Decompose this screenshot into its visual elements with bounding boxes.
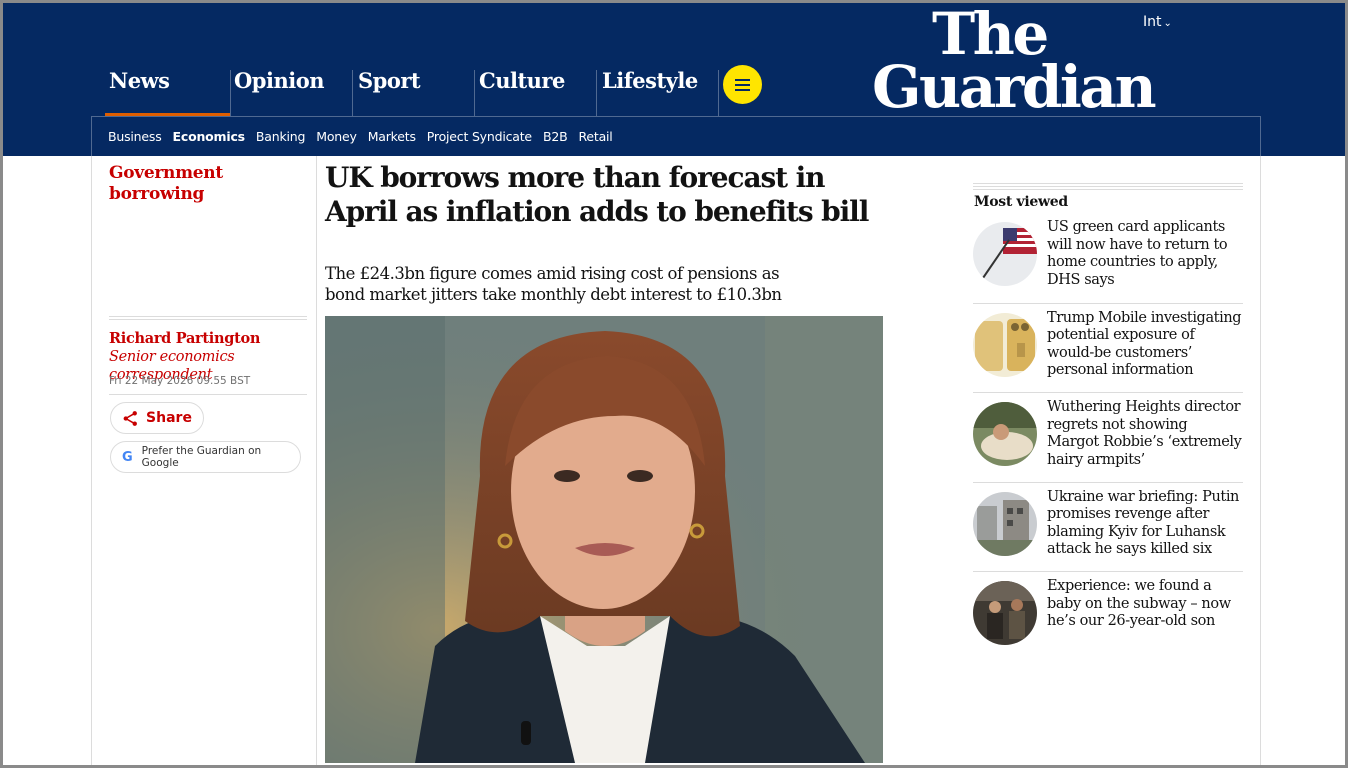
- subnav-b2b[interactable]: B2B: [543, 129, 568, 144]
- most-viewed-headline: Wuthering Heights director regrets not s…: [1047, 399, 1242, 468]
- most-viewed-title: Most viewed: [974, 194, 1068, 210]
- prefer-google-label: Prefer the Guardian on Google: [141, 445, 262, 469]
- most-viewed-headline: Experience: we found a baby on the subwa…: [1047, 578, 1231, 630]
- logo-line-2: Guardian: [872, 53, 1157, 122]
- subnav-divider: [91, 116, 1261, 117]
- nav-pillar-opinion[interactable]: Opinion: [230, 68, 352, 116]
- subway-photo-image: [973, 581, 1037, 645]
- google-icon: G: [122, 449, 133, 465]
- hamburger-icon-bar: [735, 83, 750, 86]
- chevron-down-icon: ⌄: [1163, 18, 1172, 29]
- most-viewed-rule: [973, 183, 1243, 190]
- most-viewed-headline: US green card applicants will now have t…: [1047, 219, 1228, 288]
- hamburger-icon: [735, 78, 750, 81]
- nav-pillar-news[interactable]: News: [105, 68, 230, 117]
- hamburger-icon-bar: [735, 88, 750, 91]
- most-viewed-item[interactable]: Ukraine war briefing: Putin promises rev…: [973, 481, 1243, 572]
- column-divider: [316, 156, 317, 768]
- thumbnail-wuthering-heights: [973, 402, 1037, 466]
- nav-pillar-sport[interactable]: Sport: [352, 68, 474, 116]
- most-viewed-item[interactable]: Wuthering Heights director regrets not s…: [973, 392, 1243, 482]
- film-still-image: [973, 402, 1037, 466]
- article-standfirst: The £24.3bn figure comes amid rising cos…: [325, 264, 782, 304]
- header-border-left: [91, 116, 92, 156]
- damaged-building-image: [973, 491, 1037, 556]
- thumbnail-trump-mobile: [973, 312, 1037, 377]
- most-viewed-headline: Trump Mobile investigating potential exp…: [1047, 309, 1242, 379]
- menu-button[interactable]: [723, 65, 762, 104]
- gold-phone-image: [973, 312, 1037, 377]
- most-viewed-list: US green card applicants will now have t…: [973, 213, 1243, 661]
- flag-document-image: [973, 222, 1037, 286]
- author-name[interactable]: Richard Partington: [109, 330, 260, 347]
- most-viewed-item[interactable]: Experience: we found a baby on the subwa…: [973, 571, 1243, 661]
- thumbnail-experience: [973, 581, 1037, 645]
- share-icon: [123, 410, 137, 426]
- pillar-nav: News Opinion Sport Culture Lifestyle: [105, 68, 718, 117]
- article-main-image[interactable]: [325, 316, 883, 763]
- subnav-banking[interactable]: Banking: [256, 129, 306, 144]
- share-label: Share: [146, 410, 192, 426]
- most-viewed-item[interactable]: Trump Mobile investigating potential exp…: [973, 302, 1243, 393]
- subnav-business[interactable]: Business: [108, 129, 162, 144]
- prefer-google-button[interactable]: G Prefer the Guardian on Google: [110, 441, 301, 473]
- subnav-markets[interactable]: Markets: [368, 129, 416, 144]
- guardian-logo[interactable]: The Guardian: [872, 5, 1157, 122]
- article-headline: UK borrows more than forecast in April a…: [325, 161, 869, 228]
- meta-divider-small: [109, 394, 307, 395]
- nav-pillar-culture[interactable]: Culture: [474, 68, 596, 116]
- meta-divider: [109, 316, 307, 320]
- most-viewed-item[interactable]: US green card applicants will now have t…: [973, 213, 1243, 303]
- portrait-photo: [325, 316, 883, 763]
- thumbnail-ukraine: [973, 491, 1037, 556]
- header-border-right: [1260, 116, 1261, 156]
- most-viewed-headline: Ukraine war briefing: Putin promises rev…: [1047, 488, 1239, 558]
- section-subnav: Business Economics Banking Money Markets…: [108, 129, 613, 144]
- page-gutter-right: [1260, 156, 1261, 768]
- subnav-money[interactable]: Money: [316, 129, 357, 144]
- subnav-economics[interactable]: Economics: [173, 129, 246, 144]
- subnav-retail[interactable]: Retail: [578, 129, 612, 144]
- publish-date[interactable]: Fri 22 May 2026 09.55 BST: [109, 375, 250, 387]
- thumbnail-green-card: [973, 222, 1037, 286]
- nav-divider: [718, 70, 719, 116]
- share-button[interactable]: Share: [110, 402, 204, 434]
- nav-pillar-lifestyle[interactable]: Lifestyle: [596, 68, 718, 116]
- page-gutter-left: [91, 156, 92, 768]
- article-kicker[interactable]: Government borrowing: [109, 163, 309, 205]
- subnav-project-syndicate[interactable]: Project Syndicate: [427, 129, 532, 144]
